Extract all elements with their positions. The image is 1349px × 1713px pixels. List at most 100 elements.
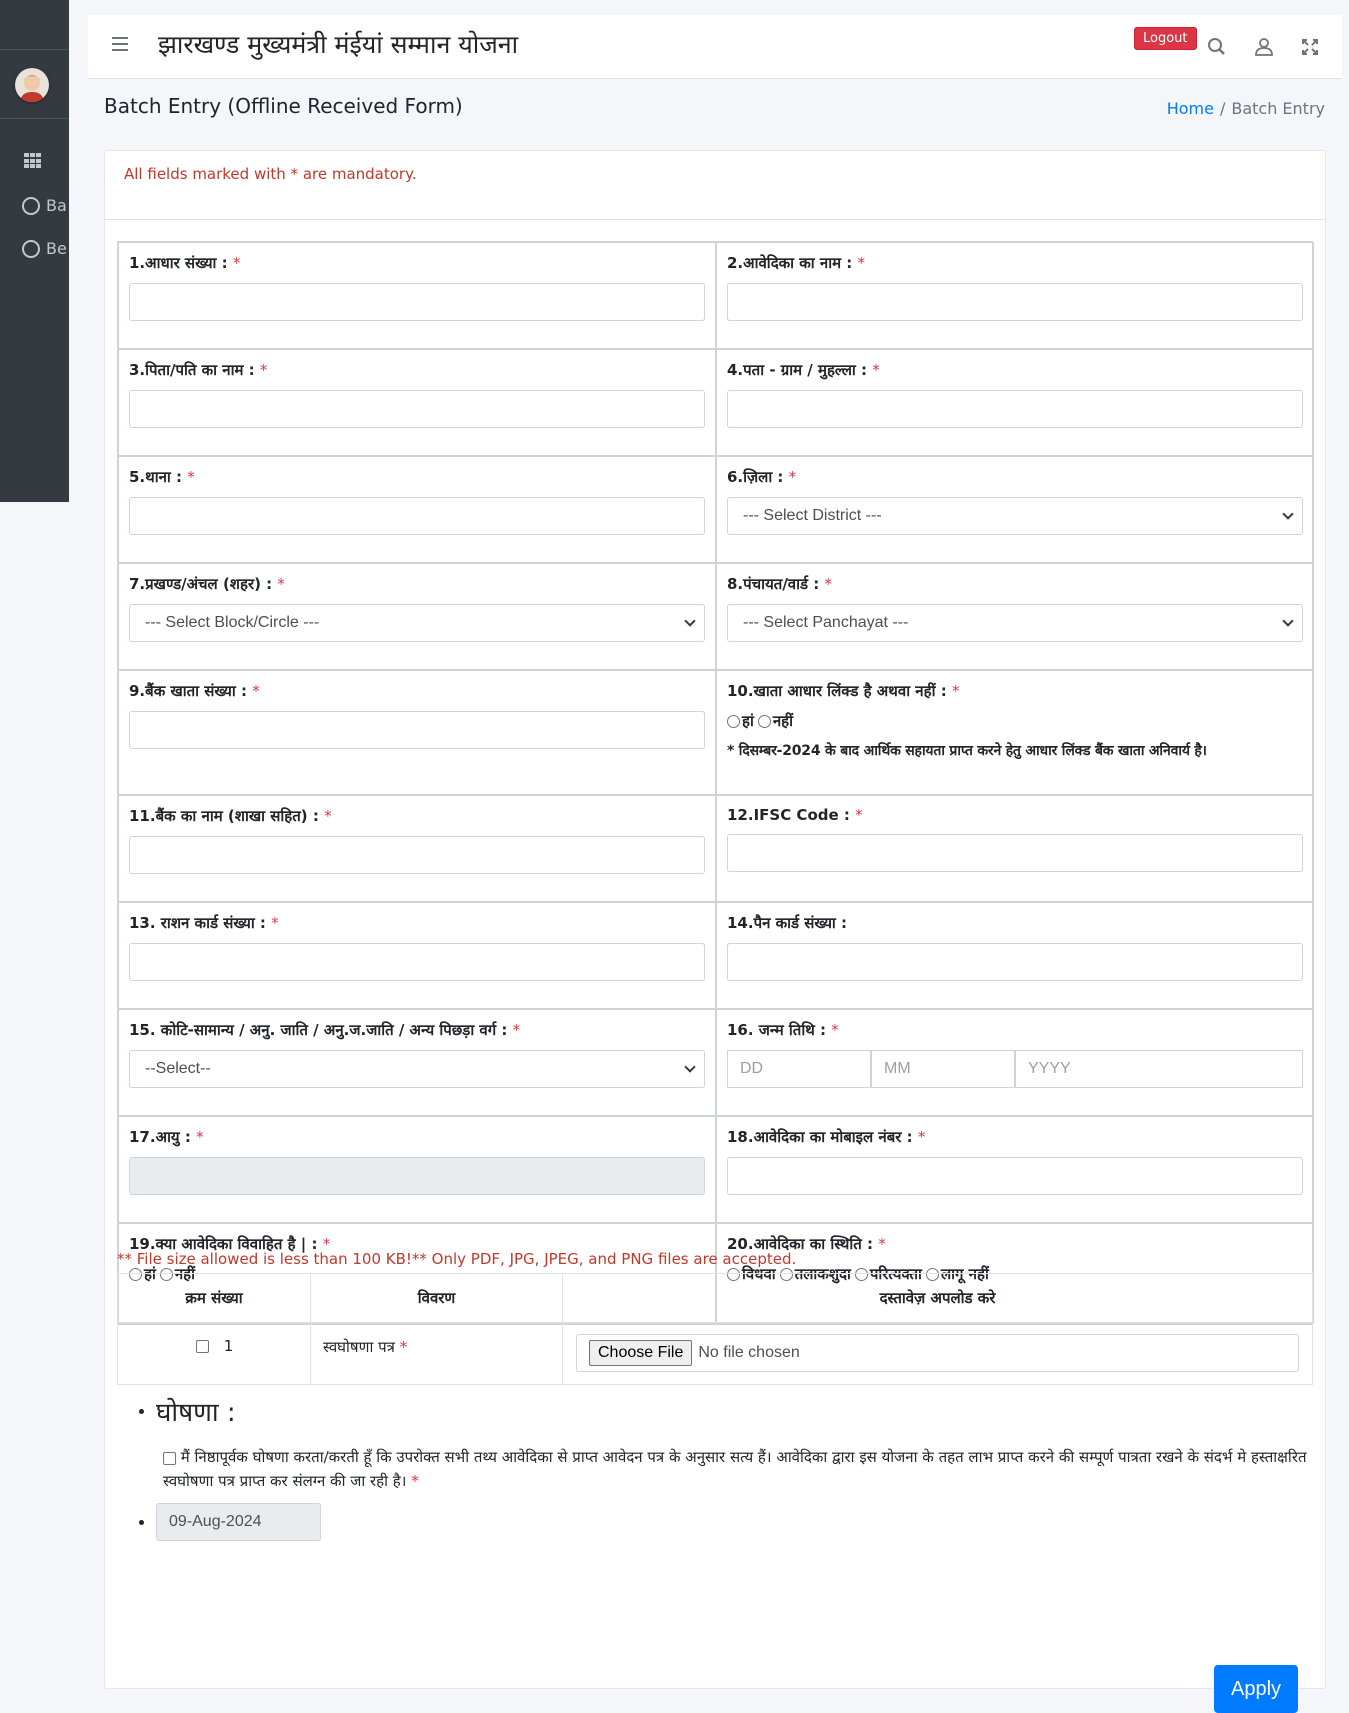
declaration-section: घोषणा : मैं निष्ठापूर्वक घोषणा करता/करती… (139, 1393, 1319, 1541)
field-label: 10.खाता आधार लिंक्ड है अथवा नहीं : * (727, 682, 960, 700)
mobile-input[interactable] (727, 1157, 1303, 1195)
user-icon[interactable] (1252, 35, 1276, 59)
field-label: 9.बैंक खाता संख्या : * (129, 682, 260, 700)
column-header: विवरण (310, 1273, 563, 1323)
breadcrumb: Home / Batch Entry (1167, 99, 1325, 118)
category-select[interactable]: --Select-- (129, 1050, 705, 1088)
ifsc-input[interactable] (727, 834, 1303, 872)
field-label: 2.आवेदिका का नाम : * (727, 254, 866, 272)
mandatory-note: All fields marked with * are mandatory. (124, 165, 417, 183)
document-checkbox[interactable] (196, 1340, 209, 1353)
circle-icon (22, 196, 40, 215)
chevron-down-icon (1282, 614, 1294, 627)
dob-year-input[interactable]: YYYY (1015, 1050, 1303, 1088)
chevron-down-icon (684, 1060, 696, 1073)
district-select[interactable]: --- Select District --- (727, 497, 1303, 535)
file-size-note: ** File size allowed is less than 100 KB… (117, 1250, 797, 1268)
field-label: 13. राशन कार्ड संख्या : * (129, 914, 279, 932)
page-title: Batch Entry (Offline Received Form) (104, 94, 463, 118)
circle-icon (22, 239, 40, 258)
dob-month-input[interactable]: MM (871, 1050, 1015, 1088)
serial-cell: 1 (117, 1322, 311, 1385)
breadcrumb-separator: / (1219, 99, 1226, 118)
declaration-heading: घोषणा : (139, 1393, 1319, 1429)
bank-name-input[interactable] (129, 836, 705, 874)
field-label: 15. कोटि-सामान्य / अनु. जाति / अनु.ज.जात… (129, 1021, 521, 1039)
field-block: 7.प्रखण्ड/अंचल (शहर) : * --- Select Bloc… (118, 563, 716, 670)
sidebar-divider (0, 118, 69, 119)
applicant-name-input[interactable] (727, 283, 1303, 321)
required-mark: * (399, 1338, 408, 1356)
dashboard-grid-icon[interactable] (24, 153, 42, 169)
radio-yes[interactable] (727, 714, 740, 728)
column-header: दस्तावेज़ अपलोड करे (562, 1273, 1313, 1323)
file-upload-input[interactable]: Choose File No file chosen (576, 1334, 1299, 1372)
upload-cell: Choose File No file chosen (562, 1322, 1313, 1385)
table-header-row: क्रम संख्या विवरण दस्तावेज़ अपलोड करे (117, 1273, 1313, 1323)
field-label: 20.आवेदिका का स्थिति : * (727, 1235, 886, 1253)
field-pan-card: 14.पैन कार्ड संख्या : (716, 902, 1314, 1009)
declaration-checkbox[interactable] (163, 1451, 176, 1465)
field-address: 4.पता - ग्राम / मुहल्ला : * (716, 349, 1314, 456)
field-label: 18.आवेदिका का मोबाइल नंबर : * (727, 1128, 926, 1146)
logout-button[interactable]: Logout (1134, 27, 1197, 50)
card-divider (105, 219, 1325, 220)
field-label: 6.ज़िला : * (727, 468, 797, 486)
radio-no[interactable] (757, 714, 771, 728)
field-police-station: 5.थाना : * (118, 456, 716, 563)
apply-button[interactable]: Apply (1214, 1665, 1298, 1713)
fullscreen-icon[interactable] (1298, 35, 1322, 59)
field-bank-name: 11.बैंक का नाम (शाखा सहित) : * (118, 795, 716, 902)
field-label: 1.आधार संख्या : * (129, 254, 241, 272)
dob-inputs: DD MM YYYY (727, 1050, 1303, 1088)
field-district: 6.ज़िला : * --- Select District --- (716, 456, 1314, 563)
search-icon[interactable] (1205, 35, 1229, 59)
sidebar-item-label: Be (46, 239, 67, 258)
aadhaar-note: * दिसम्बर-2024 के बाद आर्थिक सहायता प्रा… (727, 743, 1207, 759)
bullet-icon (139, 1408, 144, 1414)
field-label: 11.बैंक का नाम (शाखा सहित) : * (129, 807, 332, 825)
field-aadhaar: 1.आधार संख्या : * (118, 242, 716, 349)
field-label: 12.IFSC Code : * (727, 806, 863, 824)
ration-card-input[interactable] (129, 943, 705, 981)
top-navbar: झारखण्ड मुख्यमंत्री मंईयां सम्मान योजना … (88, 15, 1342, 79)
field-father-husband: 3.पिता/पति का नाम : * (118, 349, 716, 456)
field-age: 17.आयु : * (118, 1116, 716, 1223)
sidebar-item-1[interactable]: Ba (22, 196, 67, 215)
file-status: No file chosen (698, 1344, 800, 1361)
dob-day-input[interactable]: DD (727, 1050, 871, 1088)
police-station-input[interactable] (129, 497, 705, 535)
app-title: झारखण्ड मुख्यमंत्री मंईयां सम्मान योजना (158, 30, 519, 59)
aadhaar-input[interactable] (129, 283, 705, 321)
choose-file-button[interactable]: Choose File (589, 1340, 693, 1366)
father-husband-input[interactable] (129, 390, 705, 428)
form-card: All fields marked with * are mandatory. … (104, 150, 1326, 1713)
menu-toggle-icon[interactable] (112, 37, 128, 51)
field-label: 3.पिता/पति का नाम : * (129, 361, 268, 379)
bank-account-input[interactable] (129, 711, 705, 749)
field-label: 7.प्रखण्ड/अंचल (शहर) : * (129, 575, 285, 593)
panchayat-select[interactable]: --- Select Panchayat --- (727, 604, 1303, 642)
breadcrumb-home-link[interactable]: Home (1167, 99, 1214, 118)
field-panchayat: 8.पंचायत/वार्ड : * --- Select Panchayat … (716, 563, 1314, 670)
field-label: 14.पैन कार्ड संख्या : (727, 914, 848, 932)
chevron-down-icon (1282, 507, 1294, 520)
sidebar: Ba Be (0, 0, 69, 502)
column-header: क्रम संख्या (117, 1273, 311, 1323)
field-label: 8.पंचायत/वार्ड : * (727, 575, 832, 593)
chevron-down-icon (684, 614, 696, 627)
application-form: 1.आधार संख्या : * 2.आवेदिका का नाम : * 3… (117, 241, 1314, 1325)
description-text: स्वघोषणा पत्र (323, 1338, 395, 1356)
aadhaar-linked-radio-group: हां नहीं (727, 711, 1303, 731)
field-category: 15. कोटि-सामान्य / अनु. जाति / अनु.ज.जात… (118, 1009, 716, 1116)
age-input (129, 1157, 705, 1195)
declaration-text: मैं निष्ठापूर्वक घोषणा करता/करती हूँ कि … (163, 1448, 1307, 1490)
field-dob: 16. जन्म तिथि : * DD MM YYYY (716, 1009, 1314, 1116)
block-select[interactable]: --- Select Block/Circle --- (129, 604, 705, 642)
pan-card-input[interactable] (727, 943, 1303, 981)
user-avatar[interactable] (15, 68, 49, 102)
radio-label: नहीं (772, 712, 794, 730)
sidebar-item-2[interactable]: Be (22, 239, 67, 258)
address-input[interactable] (727, 390, 1303, 428)
field-label: 4.पता - ग्राम / मुहल्ला : * (727, 361, 880, 379)
